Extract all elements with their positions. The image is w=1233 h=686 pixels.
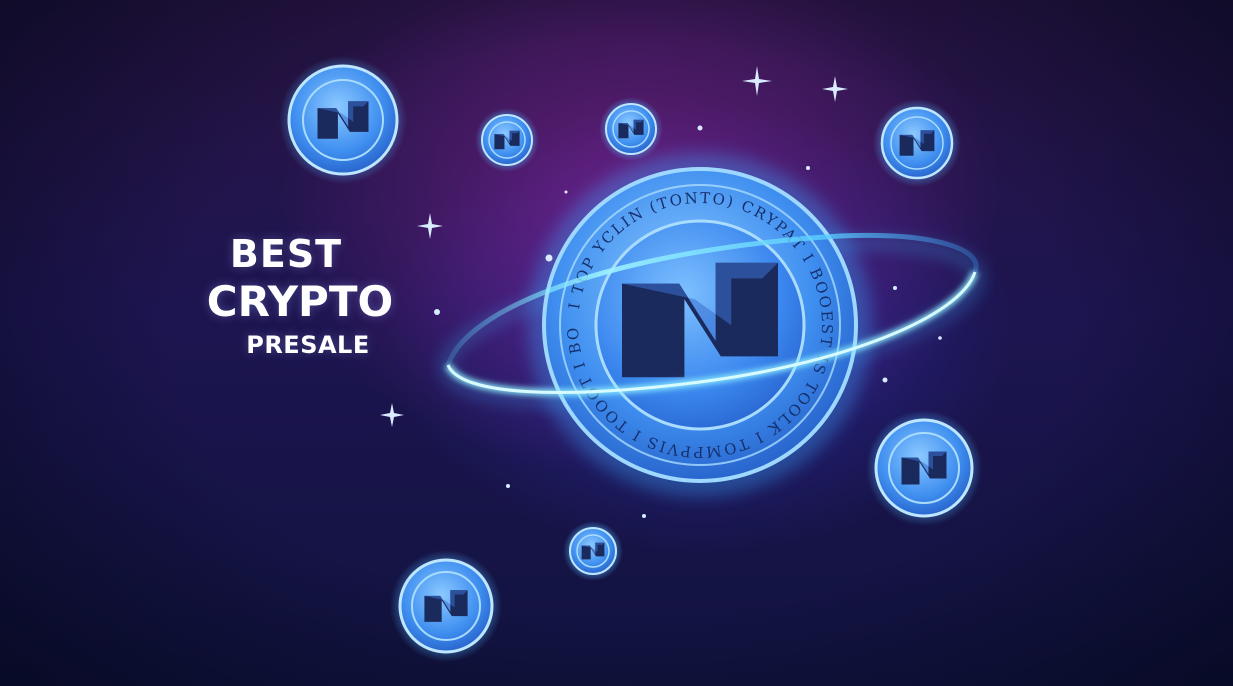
headline: BEST CRYPTO PRESALE [190,232,410,362]
small-coin-top-right [873,99,961,187]
main-coin: I TOP YCLIN (TONTO) CRYPAT I BOOEST IS T… [0,0,872,497]
sparkle-dot [642,514,646,518]
small-coin-top-left [279,56,407,184]
small-coin-right [866,410,982,526]
sparkle-star-icon [742,66,772,96]
sparkle-dot [434,309,440,315]
small-coin-top-center-left [475,108,539,172]
small-coin-bottom-left [390,550,502,662]
small-coin-bottom-center [563,521,623,581]
sparkle-dot [564,190,568,194]
sparkle-dot [506,484,510,488]
sparkle-dot [697,125,703,131]
headline-line-presale: PRESALE [246,331,370,359]
headline-line-best: BEST [229,232,343,276]
coin-artwork: I TOP YCLIN (TONTO) CRYPAT I BOOEST IS T… [0,0,984,662]
sparkle-dot [938,336,942,340]
sparkle-star-icon [822,76,848,102]
sparkle-dot [882,377,888,383]
headline-line-crypto: CRYPTO [206,277,394,326]
sparkle-dot [893,286,897,290]
small-coin-top-center [599,97,663,161]
sparkle-dot [806,166,810,170]
sparkle-dot [545,254,553,262]
sparkle-star-icon [417,213,443,239]
sparkle-star-icon [380,403,404,427]
